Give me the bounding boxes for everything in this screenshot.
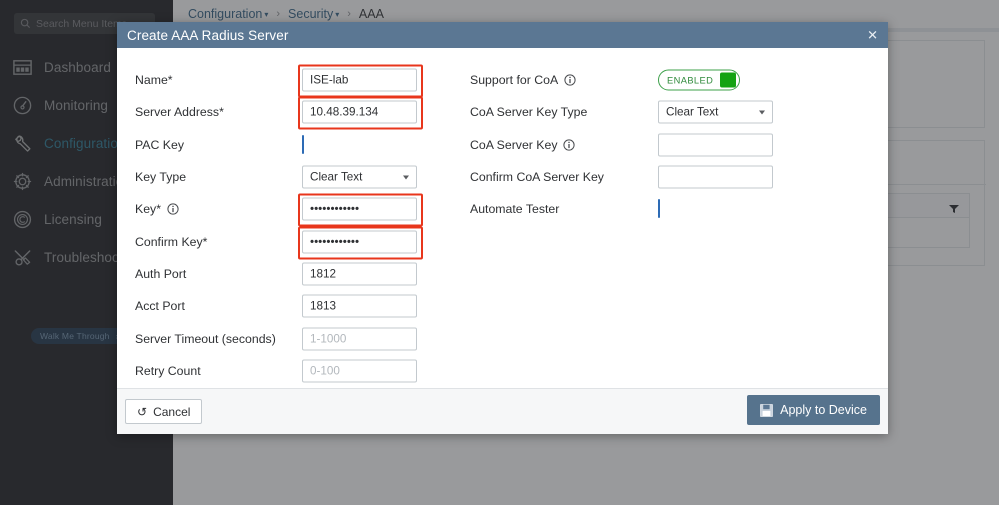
- form-column-right: Support for CoA ENABLED CoA Server Key T…: [470, 64, 870, 225]
- field-control: [298, 96, 423, 130]
- toggle-label: ENABLED: [667, 75, 714, 86]
- field-label: PAC Key: [135, 137, 184, 152]
- dialog-body: Name* Server Address* PAC Key: [117, 48, 888, 406]
- field-label: Confirm Key*: [135, 234, 208, 249]
- close-icon[interactable]: ✕: [867, 29, 878, 42]
- field-control: Clear Text: [658, 100, 773, 124]
- create-aaa-radius-server-dialog: Create AAA Radius Server ✕ Name* Server …: [117, 22, 888, 434]
- apply-to-device-button[interactable]: Apply to Device: [747, 395, 880, 425]
- field-row-auth-port: Auth Port: [135, 258, 535, 290]
- server-timeout-input[interactable]: [302, 327, 417, 351]
- cancel-button[interactable]: ↺ Cancel: [125, 399, 203, 424]
- field-label-text: CoA Server Key: [470, 137, 558, 152]
- field-row-acct-port: Acct Port: [135, 290, 535, 322]
- field-control: [298, 193, 423, 227]
- support-for-coa-toggle[interactable]: ENABLED: [658, 69, 741, 91]
- coa-server-key-type-select[interactable]: Clear Text: [658, 100, 773, 124]
- info-icon[interactable]: [563, 139, 576, 151]
- chevron-down-icon: [759, 110, 765, 115]
- field-control: [302, 359, 417, 383]
- field-label: CoA Server Key: [470, 137, 576, 152]
- acct-port-input[interactable]: [302, 294, 417, 318]
- field-control: [302, 294, 417, 318]
- dialog-footer: ↺ Cancel Apply to Device: [117, 388, 888, 434]
- field-row-coa-server-key-type: CoA Server Key Type Clear Text: [470, 96, 870, 128]
- coa-server-key-input[interactable]: [658, 133, 773, 157]
- key-type-select[interactable]: Clear Text: [302, 165, 417, 189]
- field-label: Acct Port: [135, 299, 185, 314]
- field-control: [302, 327, 417, 351]
- field-label-text: Support for CoA: [470, 73, 559, 88]
- undo-icon: ↺: [137, 404, 148, 419]
- field-label: Server Address*: [135, 105, 224, 120]
- key-type-value: Clear Text: [310, 170, 363, 184]
- retry-count-input[interactable]: [302, 359, 417, 383]
- field-label: Key Type: [135, 170, 187, 185]
- key-input[interactable]: [302, 197, 417, 221]
- field-control: Clear Text: [302, 165, 417, 189]
- field-row-support-for-coa: Support for CoA ENABLED: [470, 64, 870, 96]
- field-control: [658, 165, 773, 189]
- info-icon[interactable]: [167, 203, 179, 215]
- name-input[interactable]: [302, 68, 417, 92]
- pac-key-checkbox[interactable]: [302, 134, 304, 154]
- field-label: CoA Server Key Type: [470, 105, 588, 120]
- confirm-coa-server-key-input[interactable]: [658, 165, 773, 189]
- info-icon[interactable]: [564, 74, 576, 86]
- field-row-automate-tester: Automate Tester: [470, 193, 870, 225]
- field-label: Automate Tester: [470, 202, 560, 217]
- field-control: [298, 64, 423, 98]
- coa-server-key-type-value: Clear Text: [666, 105, 719, 119]
- field-label: Support for CoA: [470, 73, 576, 87]
- field-control: [658, 133, 773, 157]
- field-row-confirm-coa-server-key: Confirm CoA Server Key: [470, 161, 870, 193]
- field-control: [658, 199, 660, 219]
- apply-button-label: Apply to Device: [780, 403, 867, 417]
- auth-port-input[interactable]: [302, 262, 417, 286]
- field-control: [302, 134, 304, 154]
- field-label: Retry Count: [135, 363, 201, 378]
- field-row-retry-count: Retry Count: [135, 355, 535, 387]
- field-row-confirm-key: Confirm Key*: [135, 225, 535, 260]
- cancel-button-label: Cancel: [153, 404, 191, 419]
- app-root: Configuration ▾ › Security ▾ › AAA items…: [0, 0, 999, 505]
- field-label: Auth Port: [135, 266, 187, 281]
- field-control: [298, 226, 423, 260]
- field-label-text: Key*: [135, 202, 161, 217]
- field-label: Key*: [135, 202, 179, 216]
- field-label: Server Timeout (seconds): [135, 331, 276, 346]
- dialog-header: Create AAA Radius Server ✕: [117, 22, 888, 48]
- dialog-title: Create AAA Radius Server: [127, 27, 289, 43]
- field-control: ENABLED: [658, 69, 741, 91]
- chevron-down-icon: [403, 175, 409, 180]
- field-label: Name*: [135, 73, 173, 88]
- toggle-knob: [720, 72, 737, 88]
- field-label: Confirm CoA Server Key: [470, 170, 604, 185]
- confirm-key-input[interactable]: [302, 230, 417, 254]
- automate-tester-checkbox[interactable]: [658, 199, 660, 219]
- save-icon: [760, 403, 773, 417]
- field-row-server-timeout: Server Timeout (seconds): [135, 322, 535, 354]
- field-row-coa-server-key: CoA Server Key: [470, 129, 870, 161]
- server-address-input[interactable]: [302, 100, 417, 124]
- field-control: [302, 262, 417, 286]
